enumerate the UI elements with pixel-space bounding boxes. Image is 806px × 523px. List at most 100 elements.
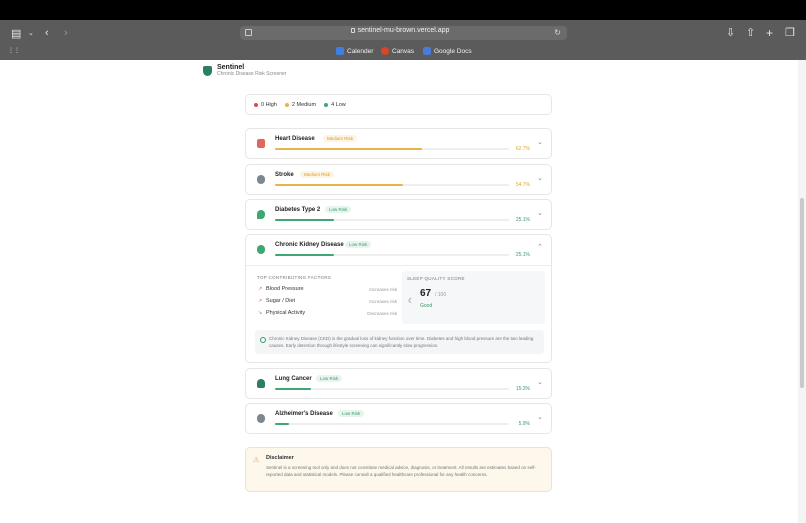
bookmark-label: Google Docs	[434, 47, 472, 55]
sleep-title: SLEEP QUALITY SCORE	[407, 276, 465, 281]
risk-summary: 0 High 2 Medium 4 Low	[245, 94, 552, 115]
new-tab-icon[interactable]: +	[766, 27, 773, 39]
sidebar-toggle-icon[interactable]: ▤	[11, 29, 21, 40]
risk-badge: Low Risk	[345, 241, 372, 248]
info-icon	[260, 337, 266, 343]
disease-name: Alzheimer's Disease	[275, 411, 333, 417]
url-text: sentinel-mu-brown.vercel.app	[357, 27, 450, 34]
risk-bar-fill	[275, 148, 422, 150]
risk-badge: Low Risk	[316, 375, 343, 382]
risk-bar-fill	[275, 423, 289, 425]
risk-percent: 25.1%	[515, 252, 530, 258]
disease-name: Stroke	[275, 172, 294, 178]
risk-percent: 15.3%	[515, 386, 530, 392]
forward-icon[interactable]: ›	[64, 28, 68, 39]
disease-card-lung[interactable]: Lung Cancer Low Risk 15.3% ⌄	[245, 368, 552, 399]
risk-bar	[275, 388, 509, 390]
risk-bar	[275, 184, 509, 186]
sleep-quality-card: SLEEP QUALITY SCORE ☾ 67 / 100 Good	[402, 271, 545, 324]
disclaimer-title: Disclaimer	[266, 455, 294, 461]
disclaimer-text: Sentinel is a screening tool only and do…	[266, 465, 536, 478]
app-name: Sentinel	[217, 64, 245, 71]
low-dot-icon	[324, 102, 329, 107]
chevron-down-icon[interactable]: ⌄	[537, 174, 543, 182]
browser-toolbar: ▤ ⌄ ‹ › sentinel-mu-brown.vercel.app ↻ ⇩…	[0, 20, 806, 60]
risk-badge: Medium Risk	[300, 171, 335, 178]
kidney-icon	[257, 245, 265, 254]
chevron-down-icon[interactable]: ⌄	[537, 209, 543, 217]
divider	[246, 265, 551, 266]
sleep-max: / 100	[435, 292, 447, 298]
bookmarks-bar: Calender Canvas Google Docs	[0, 47, 806, 57]
chevron-down-icon[interactable]: ⌄	[537, 138, 543, 146]
reload-icon[interactable]: ↻	[554, 28, 561, 37]
disease-name: Chronic Kidney Disease	[275, 242, 344, 248]
disease-name: Heart Disease	[275, 136, 315, 142]
download-icon[interactable]: ⇩	[726, 28, 735, 39]
share-icon[interactable]: ⇧	[746, 28, 755, 39]
disease-card-stroke[interactable]: Stroke Medium Risk 54.7% ⌄	[245, 164, 552, 195]
bookmark-label: Canvas	[392, 47, 415, 55]
risk-percent: 5.9%	[518, 421, 530, 427]
risk-percent: 62.7%	[515, 146, 530, 152]
warning-icon: ⚠	[253, 457, 260, 464]
summary-high: 0 High	[254, 102, 277, 108]
chevron-down-icon[interactable]: ⌄	[537, 413, 543, 421]
back-icon[interactable]: ‹	[45, 28, 49, 39]
risk-percent: 54.7%	[515, 182, 530, 188]
tab-overview-icon[interactable]: ❐	[785, 28, 795, 39]
sleep-score: 67	[420, 288, 432, 299]
disease-card-alzheimers[interactable]: Alzheimer's Disease Low Risk 5.9% ⌄	[245, 403, 552, 434]
scrollbar-thumb[interactable]	[800, 198, 804, 388]
medium-dot-icon	[284, 102, 289, 107]
chevron-up-icon[interactable]: ⌃	[537, 243, 543, 251]
high-dot-icon	[254, 102, 258, 107]
chevron-down-icon[interactable]: ⌄	[537, 378, 543, 386]
risk-bar-fill	[275, 254, 334, 256]
risk-bar	[275, 254, 509, 256]
brain-icon	[257, 414, 265, 423]
lungs-icon	[257, 379, 265, 388]
canvas-icon	[381, 47, 389, 55]
info-text: Chronic Kidney Disease (CKD) is the grad…	[269, 336, 534, 349]
brain-icon	[257, 175, 265, 184]
risk-badge: Low Risk	[338, 410, 365, 417]
trend-up-icon: ↗	[258, 286, 263, 292]
risk-badge: Medium Risk	[323, 135, 358, 142]
bookmark-google-docs[interactable]: Google Docs	[423, 47, 472, 55]
system-menu-bar	[0, 0, 806, 20]
page-content: Sentinel Chronic Disease Risk Screener 0…	[0, 60, 798, 523]
contributing-factors: TOP CONTRIBUTING FACTORS ↗ Blood Pressur…	[257, 275, 397, 322]
disease-card-diabetes[interactable]: Diabetes Type 2 Low Risk 25.1% ⌄	[245, 199, 552, 230]
bookmark-label: Calender	[347, 47, 374, 55]
disease-card-kidney[interactable]: Chronic Kidney Disease Low Risk 25.1% ⌃ …	[245, 234, 552, 363]
drop-icon	[257, 210, 265, 219]
trend-up-icon: ↗	[258, 298, 263, 304]
summary-medium: 2 Medium	[284, 102, 316, 108]
sleep-grade: Good	[420, 303, 433, 309]
app-header: Sentinel Chronic Disease Risk Screener	[203, 64, 286, 77]
app-subtitle: Chronic Disease Risk Screener	[217, 71, 287, 77]
factor-row: ↘ Physical Activity Decreases risk	[258, 310, 397, 316]
risk-bar	[275, 423, 509, 425]
disease-name: Lung Cancer	[275, 376, 312, 382]
bookmark-canvas[interactable]: Canvas	[381, 47, 414, 55]
risk-bar-fill	[275, 219, 334, 221]
scrollbar[interactable]	[798, 60, 806, 523]
address-bar[interactable]: sentinel-mu-brown.vercel.app ↻	[240, 26, 567, 40]
bookmark-calender[interactable]: Calender	[336, 47, 373, 55]
risk-bar-fill	[275, 184, 403, 186]
risk-badge: Low Risk	[325, 206, 352, 213]
heart-icon	[257, 139, 265, 148]
risk-bar	[275, 219, 509, 221]
docs-icon	[423, 47, 431, 55]
risk-bar	[275, 148, 509, 150]
factor-row: ↗ Blood Pressure Increases risk	[258, 286, 397, 292]
risk-percent: 25.1%	[515, 217, 530, 223]
trend-down-icon: ↘	[258, 310, 263, 316]
factor-row: ↗ Sugar / Diet Increases risk	[258, 298, 397, 304]
shield-logo-icon	[203, 65, 212, 76]
disease-card-heart[interactable]: Heart Disease Medium Risk 62.7% ⌄	[245, 128, 552, 159]
risk-bar-fill	[275, 388, 311, 390]
chevron-down-icon[interactable]: ⌄	[28, 30, 34, 37]
